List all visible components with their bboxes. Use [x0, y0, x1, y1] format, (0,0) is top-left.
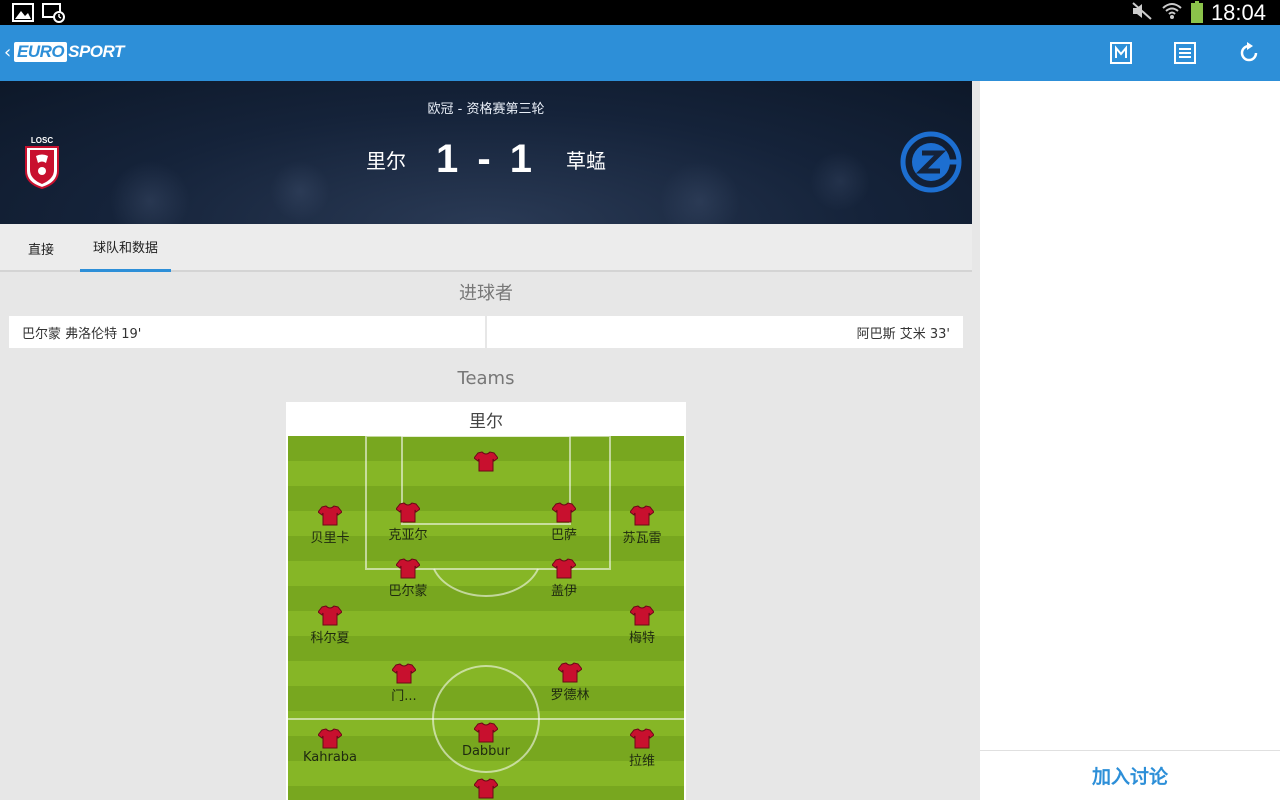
shirt-icon — [318, 728, 342, 749]
shirt-icon — [318, 605, 342, 626]
status-bar: 18:04 — [0, 0, 1280, 25]
player[interactable]: 拉维 — [602, 728, 682, 769]
discussion-panel: 加入讨论 — [980, 81, 1280, 800]
shirt-icon — [474, 722, 498, 743]
player[interactable]: 科尔夏 — [290, 605, 370, 646]
player-name: 贝里卡 — [310, 531, 350, 546]
shirt-icon — [396, 558, 420, 579]
player-name: 巴尔蒙 — [388, 584, 428, 599]
player[interactable]: 巴萨 — [524, 502, 604, 543]
player-name: 罗德林 — [550, 688, 590, 703]
shirt-icon — [474, 778, 498, 799]
m-icon — [1110, 42, 1132, 64]
list-button[interactable] — [1172, 40, 1198, 66]
lineup-card: 里尔 贝里卡 克亚尔 巴萨 苏瓦雷巴尔蒙 盖伊科尔夏 梅特门... 罗德林 Kahraba Da… — [286, 402, 686, 800]
away-scorer: 阿巴斯 艾米 33' — [487, 316, 963, 348]
player[interactable]: 罗德林 — [530, 662, 610, 703]
player[interactable]: 巴尔蒙 — [368, 558, 448, 599]
battery-icon — [1190, 0, 1203, 23]
shirt-icon — [396, 502, 420, 523]
refresh-icon — [1240, 42, 1258, 62]
logo-euro: EURO — [14, 42, 68, 62]
join-discussion-button[interactable]: 加入讨论 — [1092, 762, 1168, 789]
player[interactable]: Kahraba — [290, 728, 370, 765]
player-name: 巴萨 — [550, 528, 577, 543]
scorers-title: 进球者 — [459, 283, 513, 304]
away-crest-icon[interactable] — [900, 131, 962, 197]
logo-sport: SPORT — [68, 42, 124, 61]
eurosport-logo[interactable]: EURO SPORT — [14, 42, 124, 62]
player[interactable]: 梅特 — [602, 605, 682, 646]
mute-icon — [1131, 1, 1153, 25]
shirt-icon — [392, 663, 416, 684]
away-team-name[interactable]: 草蜢 — [566, 145, 686, 174]
player-name: 梅特 — [628, 631, 655, 646]
app-bar: ‹ EURO SPORT — [0, 25, 1280, 81]
shirt-icon — [630, 605, 654, 626]
shirt-icon — [552, 558, 576, 579]
screenshot-icon — [42, 3, 66, 27]
player[interactable] — [446, 778, 526, 800]
m-button[interactable] — [1108, 40, 1134, 66]
lineup-team-name: 里尔 — [469, 411, 503, 432]
tab-live[interactable]: 直接 — [28, 224, 54, 272]
pitch: 贝里卡 克亚尔 巴萨 苏瓦雷巴尔蒙 盖伊科尔夏 梅特门... 罗德林 Kahraba Dabbu… — [288, 436, 684, 800]
player-name: 科尔夏 — [310, 631, 350, 646]
player[interactable]: 克亚尔 — [368, 502, 448, 543]
shirt-icon — [630, 728, 654, 749]
player[interactable] — [446, 451, 526, 473]
player[interactable]: 盖伊 — [524, 558, 604, 599]
player-name: 门... — [391, 689, 417, 704]
home-scorer: 巴尔蒙 弗洛伦特 19' — [9, 316, 485, 348]
player[interactable]: 门... — [364, 663, 444, 704]
home-team-name[interactable]: 里尔 — [286, 145, 406, 174]
join-bar: 加入讨论 — [980, 750, 1280, 800]
list-icon — [1174, 42, 1196, 64]
match-header: 欧冠 - 资格赛第三轮 LOSC 里尔 1 - 1 草蜢 — [0, 81, 972, 224]
player-name: 苏瓦雷 — [622, 531, 662, 546]
player[interactable]: Dabbur — [446, 722, 526, 759]
match-content: 欧冠 - 资格赛第三轮 LOSC 里尔 1 - 1 草蜢 直接 球队和数据 进球… — [0, 81, 972, 800]
shirt-icon — [630, 505, 654, 526]
tab-bar: 直接 球队和数据 — [0, 224, 972, 272]
match-score: 1 - 1 — [435, 137, 537, 181]
image-icon — [12, 3, 34, 27]
clock: 18:04 — [1210, 0, 1266, 25]
player-name: Dabbur — [461, 744, 511, 759]
refresh-button[interactable] — [1236, 40, 1262, 66]
player[interactable]: 苏瓦雷 — [602, 505, 682, 546]
shirt-icon — [552, 502, 576, 523]
player-name: 克亚尔 — [388, 528, 428, 543]
shirt-icon — [474, 451, 498, 472]
shirt-icon — [558, 662, 582, 683]
wifi-icon — [1161, 1, 1183, 25]
tab-teams-stats[interactable]: 球队和数据 — [80, 224, 172, 272]
scorers-row: 巴尔蒙 弗洛伦特 19' 阿巴斯 艾米 33' — [9, 316, 963, 348]
player-name: 盖伊 — [550, 584, 577, 599]
competition-label: 欧冠 - 资格赛第三轮 — [427, 102, 545, 117]
player-name: 拉维 — [628, 754, 655, 769]
player[interactable]: 贝里卡 — [290, 505, 370, 546]
back-chevron-icon[interactable]: ‹ — [4, 42, 11, 63]
player-name: Kahraba — [302, 750, 358, 765]
shirt-icon — [318, 505, 342, 526]
teams-title: Teams — [457, 368, 515, 389]
